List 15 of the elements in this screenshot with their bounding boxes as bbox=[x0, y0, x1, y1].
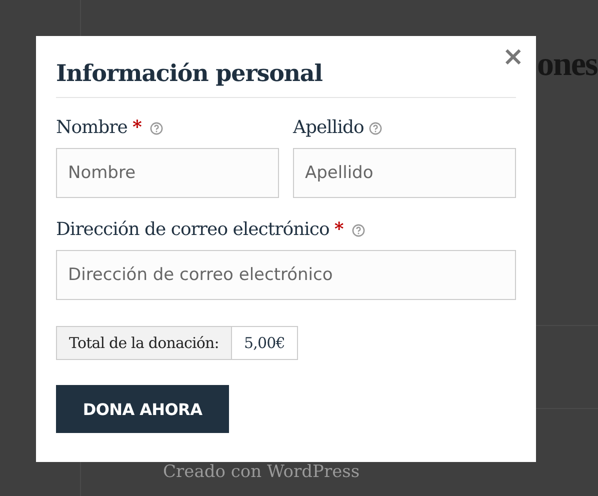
footer-text: Creado con WordPress bbox=[163, 463, 360, 481]
text-input-field[interactable]: Dirección de correo electrónico bbox=[56, 250, 516, 300]
field-label: Nombre bbox=[56, 116, 128, 138]
field-label: Dirección de correo electrónico bbox=[56, 218, 330, 240]
field-label: Apellido bbox=[293, 116, 364, 138]
help-icon[interactable] bbox=[150, 122, 163, 134]
total-amount: 5,00€ bbox=[242, 333, 286, 354]
help-icon[interactable] bbox=[368, 122, 382, 134]
donate-button[interactable]: DONA AHORA bbox=[56, 385, 229, 433]
text-input-field[interactable]: Apellido bbox=[293, 148, 516, 198]
required-mark: * bbox=[132, 116, 142, 138]
total-label: Total de la donación: bbox=[57, 327, 232, 359]
help-icon[interactable] bbox=[352, 224, 365, 236]
required-mark: * bbox=[334, 218, 344, 240]
text-input-field[interactable]: Nombre bbox=[56, 148, 279, 198]
